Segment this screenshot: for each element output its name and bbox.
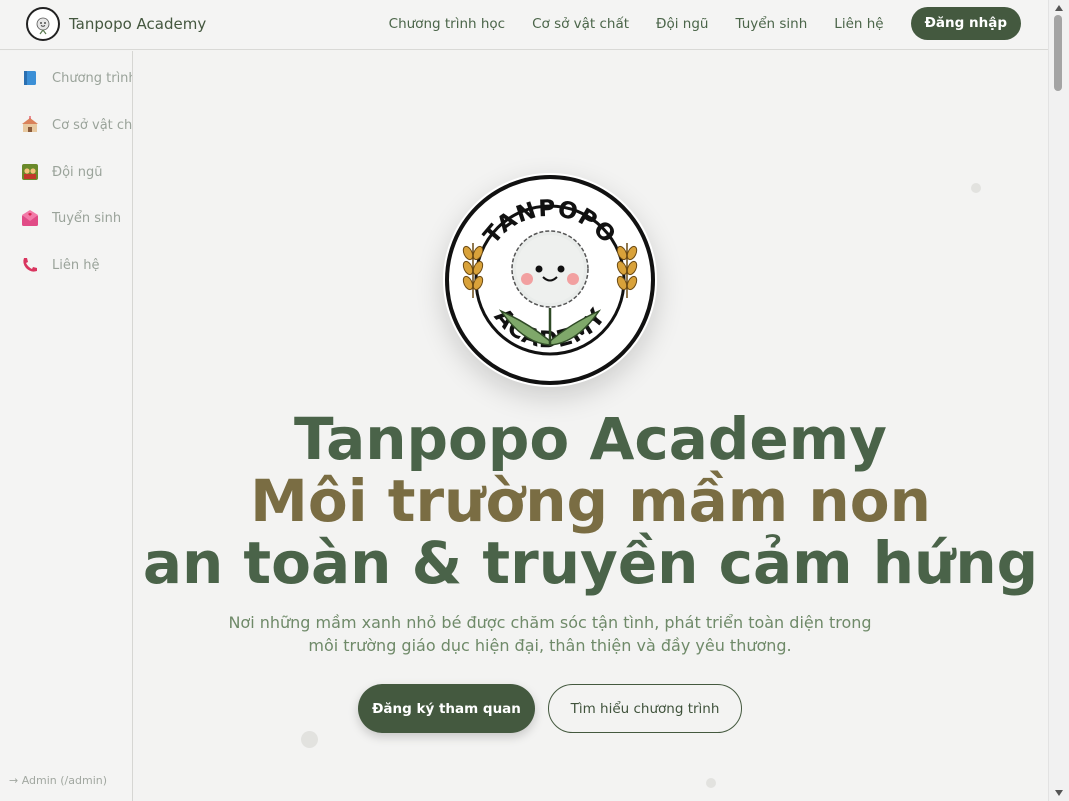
mail-icon: [21, 209, 39, 227]
hero-title-line3: an toàn & truyền cảm hứng: [142, 529, 1039, 597]
school-icon: [21, 116, 39, 134]
sidebar-item-contact[interactable]: Liên hệ: [21, 256, 99, 274]
main-nav: Chương trình học Cơ sở vật chất Đội ngũ …: [362, 7, 1021, 40]
nav-link-contact[interactable]: Liên hệ: [834, 16, 883, 32]
sidebar-item-label: Chương trình học: [52, 70, 132, 86]
sidebar-item-label: Liên hệ: [52, 257, 100, 273]
book-icon: [21, 69, 39, 87]
sidebar-item-label: Đội ngũ: [52, 164, 103, 180]
hero-title-line2: Môi trường mầm non: [250, 467, 931, 535]
nav-link-facilities[interactable]: Cơ sở vật chất: [532, 16, 629, 32]
sidebar: Chương trình học Cơ sở vật chất Đội ngũ …: [0, 51, 133, 801]
sidebar-item-admissions[interactable]: Tuyển sinh: [21, 209, 121, 227]
sidebar-item-label: Cơ sở vật chất: [52, 117, 133, 133]
brand[interactable]: Tanpopo Academy: [26, 7, 206, 41]
hero-subtitle-line2: môi trường giáo dục hiện đại, thân thiện…: [308, 636, 792, 655]
scroll-down-arrow-icon[interactable]: [1055, 790, 1063, 796]
sidebar-item-programs[interactable]: Chương trình học: [21, 69, 132, 87]
decorative-dot: [971, 183, 981, 193]
top-navbar: Tanpopo Academy Chương trình học Cơ sở v…: [0, 0, 1048, 50]
admin-link[interactable]: → Admin (/admin): [9, 774, 107, 787]
phone-icon: [21, 256, 39, 274]
sidebar-item-label: Tuyển sinh: [52, 210, 122, 226]
team-icon: [21, 163, 39, 181]
hero-title-line1: Tanpopo Academy: [294, 405, 887, 473]
decorative-dot: [301, 731, 318, 748]
nav-link-programs[interactable]: Chương trình học: [389, 16, 505, 32]
scrollbar-thumb[interactable]: [1054, 15, 1062, 91]
scroll-up-arrow-icon[interactable]: [1055, 5, 1063, 11]
sidebar-item-facilities[interactable]: Cơ sở vật chất: [21, 116, 133, 134]
brand-logo-icon: [26, 7, 60, 41]
nav-link-admissions[interactable]: Tuyển sinh: [736, 16, 808, 32]
decorative-dot: [706, 778, 716, 788]
nav-link-team[interactable]: Đội ngũ: [656, 16, 708, 32]
explore-program-button[interactable]: Tìm hiểu chương trình: [548, 684, 742, 733]
hero-subtitle: Nơi những mầm xanh nhỏ bé được chăm sóc …: [200, 611, 900, 657]
brand-name: Tanpopo Academy: [69, 15, 207, 33]
academy-logo: TANPOPO ACADEMY: [443, 173, 657, 387]
sidebar-item-team[interactable]: Đội ngũ: [21, 163, 103, 181]
register-visit-button[interactable]: Đăng ký tham quan: [358, 684, 535, 733]
hero-subtitle-line1: Nơi những mầm xanh nhỏ bé được chăm sóc …: [228, 613, 872, 632]
page-scrollbar[interactable]: [1048, 0, 1069, 801]
dandelion-logo-icon: TANPOPO ACADEMY: [445, 175, 655, 385]
login-button[interactable]: Đăng nhập: [910, 7, 1021, 40]
